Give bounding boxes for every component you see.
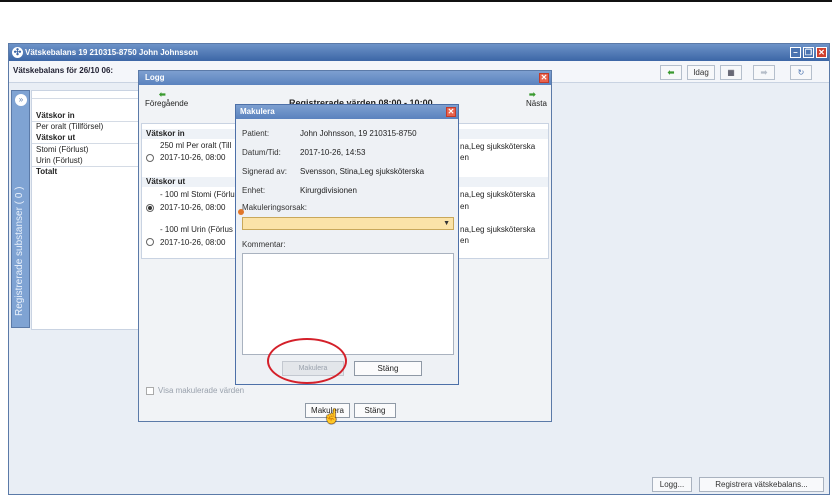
table-row: Totalt bbox=[36, 167, 58, 176]
makulera-dialog: Makulera ✕ Patient: John Johnsson, 19 21… bbox=[235, 104, 459, 385]
calendar-icon[interactable]: ▦ bbox=[720, 65, 742, 80]
patient-value: John Johnsson, 19 210315-8750 bbox=[300, 129, 417, 138]
table-row: Stomi (Förlust) bbox=[36, 145, 89, 154]
table-row: Vätskor ut bbox=[36, 133, 76, 142]
next-day-button[interactable]: ➡ bbox=[753, 65, 775, 80]
register-balance-button[interactable]: Registrera vätskebalans... bbox=[699, 477, 824, 492]
entry-line1: 250 ml Per oralt (Till bbox=[160, 141, 232, 150]
signerad-label: Signerad av: bbox=[242, 167, 287, 176]
makulera-titlebar: Makulera ✕ bbox=[236, 105, 458, 119]
entry-line1: - 100 ml Urin (Förlus bbox=[160, 225, 233, 234]
stang-button[interactable]: Stäng bbox=[354, 361, 422, 376]
entry-line2: 2017-10-26, 08:00 bbox=[160, 203, 226, 212]
next-label: Nästa bbox=[526, 99, 547, 108]
arrow-left-icon: ⬅ bbox=[159, 90, 166, 99]
logg-stang-button[interactable]: Stäng bbox=[354, 403, 396, 418]
subheader-title: Vätskebalans för 26/10 06: bbox=[13, 66, 114, 75]
app-icon: ✣ bbox=[12, 47, 23, 58]
entry-right1: na,Leg sjuksköterska bbox=[460, 142, 536, 151]
prev-day-button[interactable]: ⬅ bbox=[660, 65, 682, 80]
chevron-down-icon: ▼ bbox=[443, 220, 450, 227]
prev-button[interactable]: ⬅ Föregående bbox=[145, 90, 188, 108]
entry-line2: 2017-10-26, 08:00 bbox=[160, 153, 226, 162]
prev-label: Föregående bbox=[145, 99, 189, 108]
next-button[interactable]: ➡ Nästa bbox=[526, 90, 547, 108]
close-icon[interactable]: ✕ bbox=[816, 47, 827, 58]
logg-button[interactable]: Logg... bbox=[652, 477, 692, 492]
top-divider bbox=[0, 0, 832, 2]
enhet-value: Kirurgdivisionen bbox=[300, 186, 357, 195]
balance-table: Vätskor in Per oralt (Tillförsel) Vätsko… bbox=[31, 90, 150, 330]
entry-right1: na,Leg sjuksköterska bbox=[460, 225, 536, 234]
table-row: Urin (Förlust) bbox=[36, 156, 83, 165]
reason-label: Makuleringsorsak: bbox=[242, 203, 307, 212]
entry-right2: en bbox=[460, 153, 469, 162]
refresh-icon[interactable]: ↻ bbox=[790, 65, 812, 80]
hand-cursor-icon: ☝ bbox=[323, 408, 341, 424]
table-row: Vätskor in bbox=[36, 111, 75, 120]
entry-right2: en bbox=[460, 236, 469, 245]
makulera-title: Makulera bbox=[240, 107, 275, 116]
required-indicator bbox=[238, 209, 244, 215]
makulera-close-icon[interactable]: ✕ bbox=[446, 107, 456, 117]
restore-icon[interactable]: ❐ bbox=[803, 47, 814, 58]
today-button[interactable]: Idag bbox=[687, 65, 715, 80]
logg-titlebar: Logg ✕ bbox=[139, 71, 551, 85]
logg-close-icon[interactable]: ✕ bbox=[539, 73, 549, 83]
arrow-right-icon: ➡ bbox=[529, 90, 536, 99]
show-voided-label: Visa makulerade värden bbox=[158, 386, 245, 395]
main-titlebar: ✣ Vätskebalans 19 210315-8750 John Johns… bbox=[9, 44, 829, 61]
minimize-icon[interactable]: – bbox=[790, 47, 801, 58]
table-row: Per oralt (Tillförsel) bbox=[36, 122, 104, 131]
entry-radio[interactable] bbox=[146, 154, 154, 162]
datum-label: Datum/Tid: bbox=[242, 148, 281, 157]
entry-line1: - 100 ml Stomi (Förlu bbox=[160, 190, 235, 199]
logg-title: Logg bbox=[145, 73, 165, 82]
signerad-value: Svensson, Stina,Leg sjuksköterska bbox=[300, 167, 425, 176]
reason-select[interactable]: ▼ bbox=[242, 217, 454, 230]
show-voided-checkbox[interactable] bbox=[146, 387, 154, 395]
entry-radio[interactable] bbox=[146, 238, 154, 246]
datum-value: 2017-10-26, 14:53 bbox=[300, 148, 366, 157]
entry-line2: 2017-10-26, 08:00 bbox=[160, 238, 226, 247]
substances-sidebar[interactable]: » Registrerade substanser ( 0 ) bbox=[11, 90, 30, 328]
entry-radio[interactable] bbox=[146, 204, 154, 212]
enhet-label: Enhet: bbox=[242, 186, 266, 195]
patient-label: Patient: bbox=[242, 129, 270, 138]
highlight-circle bbox=[267, 338, 347, 384]
sidebar-label: Registrerade substanser ( 0 ) bbox=[14, 186, 25, 316]
comment-label: Kommentar: bbox=[242, 240, 286, 249]
comment-textarea[interactable] bbox=[242, 253, 454, 355]
main-title: Vätskebalans 19 210315-8750 John Johnsso… bbox=[25, 48, 198, 57]
entry-right2: en bbox=[460, 202, 469, 211]
entry-right1: na,Leg sjuksköterska bbox=[460, 190, 536, 199]
